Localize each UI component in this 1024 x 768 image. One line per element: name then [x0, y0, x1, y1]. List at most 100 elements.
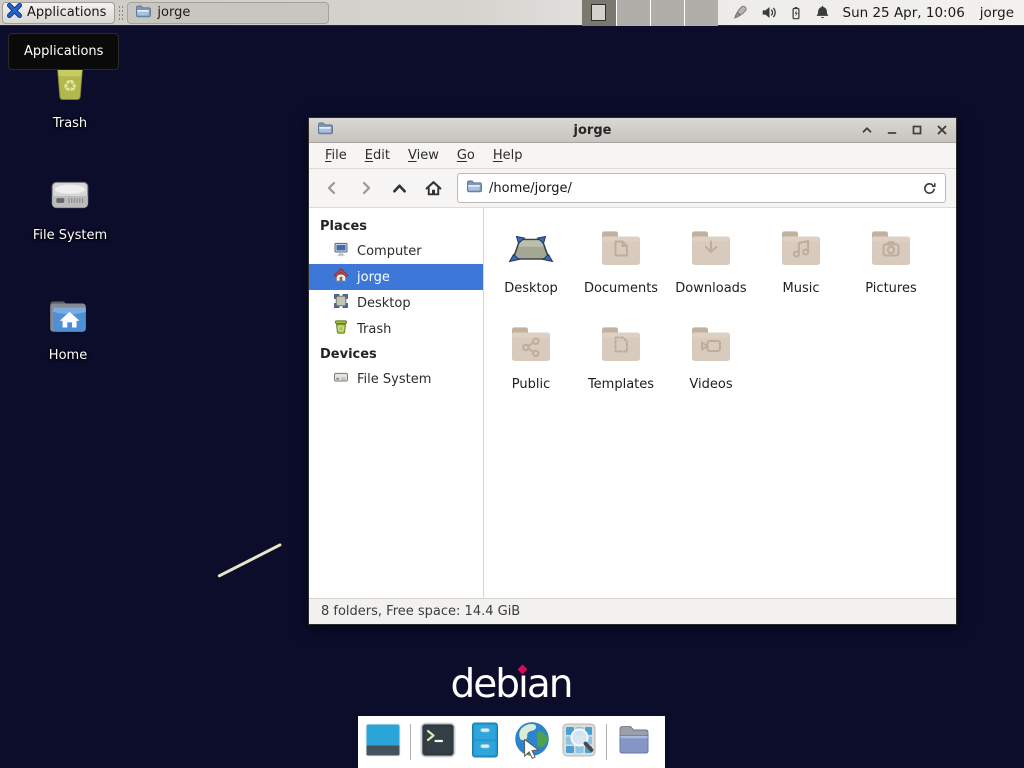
menu-go[interactable]: Go	[448, 145, 484, 166]
shade-button[interactable]	[861, 124, 873, 136]
applications-menu-label: Applications	[27, 5, 106, 20]
workspace-switcher	[582, 0, 718, 26]
wallpaper-scratch-line	[217, 543, 282, 578]
statusbar: 8 folders, Free space: 14.4 GiB	[309, 598, 956, 624]
dock-web-browser-button[interactable]	[512, 722, 552, 762]
file-view[interactable]: Desktop Documents Downloads Music Pictures Pu…	[484, 208, 956, 598]
menu-edit[interactable]: Edit	[356, 145, 399, 166]
file-item-downloads[interactable]: Downloads	[666, 224, 756, 296]
app-finder-icon	[559, 720, 599, 764]
close-button[interactable]	[936, 124, 948, 136]
computer16-icon	[333, 241, 349, 261]
sidebar-item-trash[interactable]: Trash	[309, 316, 483, 342]
folder-public-icon	[507, 320, 555, 372]
dock-app-finder-button[interactable]	[559, 722, 599, 762]
statusbar-text: 8 folders, Free space: 14.4 GiB	[321, 604, 520, 619]
sidebar-item-file-system[interactable]: File System	[309, 366, 483, 392]
desktop-icon-label: Home	[49, 348, 87, 363]
file-label: Videos	[689, 377, 732, 392]
show-desktop-icon	[363, 720, 403, 764]
terminal-icon	[418, 720, 458, 764]
dock-separator	[606, 724, 607, 760]
workspace-4[interactable]	[684, 0, 718, 26]
battery-charging-icon[interactable]	[789, 4, 803, 22]
taskbar-window-button[interactable]: jorge	[127, 2, 329, 24]
back-button[interactable]	[316, 173, 347, 203]
home-folder-icon	[42, 292, 94, 342]
folder-downloads-icon	[687, 224, 735, 276]
minimize-button[interactable]	[886, 124, 898, 136]
file-label: Templates	[588, 377, 654, 392]
hard-drive-icon	[44, 172, 96, 222]
volume-icon[interactable]	[760, 4, 778, 21]
folder-icon	[466, 178, 482, 198]
applications-tooltip: Applications	[8, 33, 119, 70]
sidebar-item-desktop[interactable]: Desktop	[309, 290, 483, 316]
menu-help[interactable]: Help	[484, 145, 532, 166]
panel-user-label[interactable]: jorge	[980, 5, 1014, 21]
file-label: Pictures	[865, 281, 916, 296]
stylus-icon[interactable]	[730, 4, 749, 22]
file-label: Public	[512, 377, 550, 392]
file-item-templates[interactable]: Templates	[576, 320, 666, 392]
file-label: Downloads	[675, 281, 746, 296]
folder-icon	[135, 3, 151, 23]
workspace-window-thumb	[591, 4, 606, 21]
forward-button[interactable]	[350, 173, 381, 203]
taskbar-window-label: jorge	[157, 5, 190, 20]
top-panel: Applications jorge Sun 25 Apr, 10:06 jor…	[0, 0, 1024, 26]
dock-terminal-button[interactable]	[418, 722, 458, 762]
maximize-button[interactable]	[911, 124, 923, 136]
desktop-icon-filesystem[interactable]: File System	[22, 172, 118, 243]
sidebar-item-jorge[interactable]: jorge	[309, 264, 483, 290]
reload-button[interactable]	[922, 181, 937, 196]
menu-view[interactable]: View	[399, 145, 448, 166]
web-browser-icon	[511, 719, 553, 765]
folder-music-icon	[777, 224, 825, 276]
system-tray	[730, 4, 831, 22]
sidebar-devices-header: Devices	[309, 342, 483, 366]
sidebar-item-computer[interactable]: Computer	[309, 238, 483, 264]
file-label: Desktop	[504, 281, 558, 296]
file-manager-window: jorge FileEditViewGoHelp /home/jorge/ Pl…	[308, 117, 957, 625]
dock-show-desktop-button[interactable]	[363, 722, 403, 762]
folder-icon	[614, 720, 654, 764]
location-bar[interactable]: /home/jorge/	[457, 173, 946, 203]
desktop-icon-label: File System	[33, 228, 107, 243]
file-item-public[interactable]: Public	[486, 320, 576, 392]
file-label: Documents	[584, 281, 658, 296]
window-titlebar[interactable]: jorge	[309, 118, 956, 143]
file-item-videos[interactable]: Videos	[666, 320, 756, 392]
file-item-music[interactable]: Music	[756, 224, 846, 296]
dock-folder-button[interactable]	[614, 722, 654, 762]
home-button[interactable]	[418, 173, 449, 203]
sidebar: Places ComputerjorgeDesktopTrash Devices…	[309, 208, 484, 598]
folder-videos-icon	[687, 320, 735, 372]
menubar: FileEditViewGoHelp	[309, 143, 956, 169]
panel-handle[interactable]	[118, 5, 124, 21]
workspace-2[interactable]	[616, 0, 650, 26]
drive16-icon	[333, 369, 349, 389]
file-item-pictures[interactable]: Pictures	[846, 224, 936, 296]
svg-text:♻: ♻	[63, 76, 78, 95]
dock-file-manager-button[interactable]	[465, 722, 505, 762]
panel-clock[interactable]: Sun 25 Apr, 10:06	[843, 5, 965, 21]
sidebar-places-header: Places	[309, 214, 483, 238]
desktop-icon-home[interactable]: Home	[20, 292, 116, 363]
workspace-3[interactable]	[650, 0, 684, 26]
menu-file[interactable]: File	[316, 145, 356, 166]
folder-templates-icon	[597, 320, 645, 372]
desktop[interactable]: Applications jorge Sun 25 Apr, 10:06 jor…	[0, 0, 1024, 768]
workspace-1[interactable]	[582, 0, 616, 26]
notifications-bell-icon[interactable]	[814, 4, 831, 22]
desktop-icon-label: Trash	[53, 116, 87, 131]
file-item-desktop[interactable]: Desktop	[486, 224, 576, 296]
applications-menu-button[interactable]: Applications	[2, 2, 115, 24]
folder-documents-icon	[597, 224, 645, 276]
up-button[interactable]	[384, 173, 415, 203]
xfce-menu-icon	[7, 3, 22, 22]
file-item-documents[interactable]: Documents	[576, 224, 666, 296]
window-title: jorge	[339, 123, 846, 138]
dock-separator	[410, 724, 411, 760]
location-path: /home/jorge/	[489, 181, 572, 196]
